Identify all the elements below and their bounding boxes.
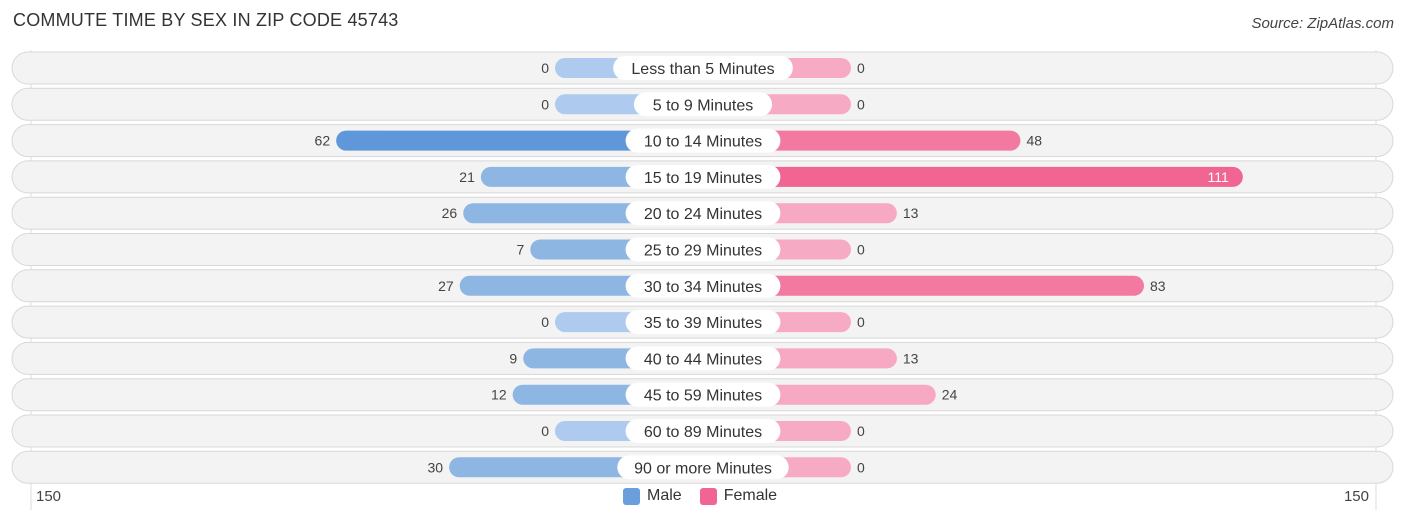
female-bar: [703, 166, 1243, 187]
category-label: 60 to 89 Minutes: [644, 424, 762, 441]
category-label: 45 to 59 Minutes: [644, 388, 762, 405]
male-value-label: 21: [459, 169, 475, 185]
female-value-label: 48: [1026, 133, 1042, 149]
legend-swatch-female: [699, 487, 717, 505]
category-label: 20 to 24 Minutes: [644, 206, 762, 223]
female-value-label: 13: [903, 350, 919, 366]
legend-item-male[interactable]: Male: [623, 487, 682, 505]
category-label: 90 or more Minutes: [634, 460, 772, 477]
category-label: 5 to 9 Minutes: [653, 97, 754, 114]
female-value-label: 0: [857, 423, 865, 439]
male-value-label: 7: [516, 242, 524, 258]
female-value-label: 0: [857, 60, 865, 76]
female-value-label: 0: [857, 314, 865, 330]
category-label: 15 to 19 Minutes: [644, 170, 762, 187]
chart-container: COMMUTE TIME BY SEX IN ZIP CODE 45743 So…: [0, 0, 1406, 523]
male-value-label: 30: [428, 459, 444, 475]
female-value-label: 13: [903, 205, 919, 221]
male-value-label: 0: [541, 60, 549, 76]
legend-label-male: Male: [647, 487, 682, 504]
female-value-label: 111: [1208, 169, 1229, 185]
male-value-label: 9: [509, 350, 517, 366]
category-label: 30 to 34 Minutes: [644, 279, 762, 296]
category-label: Less than 5 Minutes: [631, 61, 774, 78]
female-value-label: 83: [1150, 278, 1166, 294]
male-value-label: 12: [491, 387, 507, 403]
female-value-label: 0: [857, 96, 865, 112]
female-value-label: 0: [857, 459, 865, 475]
legend-item-female[interactable]: Female: [699, 487, 778, 505]
female-value-label: 0: [857, 242, 865, 258]
category-label: 10 to 14 Minutes: [644, 134, 762, 151]
legend-label-female: Female: [723, 487, 778, 504]
male-value-label: 27: [438, 278, 454, 294]
male-value-label: 0: [541, 96, 549, 112]
legend: Male Female: [623, 487, 795, 505]
male-value-label: 0: [541, 314, 549, 330]
chart-svg: 0 0 Less than 5 Minutes 0 0 5 to 9 Minutes 62 4…: [11, 50, 1394, 510]
category-label: 40 to 44 Minutes: [644, 351, 762, 368]
axis-left-label: 150: [36, 488, 62, 505]
female-value-label: 24: [942, 387, 958, 403]
male-value-label: 26: [442, 205, 458, 221]
category-label: 35 to 39 Minutes: [644, 315, 762, 332]
legend-swatch-male: [623, 487, 640, 505]
category-label: 25 to 29 Minutes: [644, 243, 762, 260]
male-value-label: 62: [315, 133, 331, 149]
axis-right-label: 150: [1343, 488, 1369, 505]
male-value-label: 0: [541, 423, 549, 439]
